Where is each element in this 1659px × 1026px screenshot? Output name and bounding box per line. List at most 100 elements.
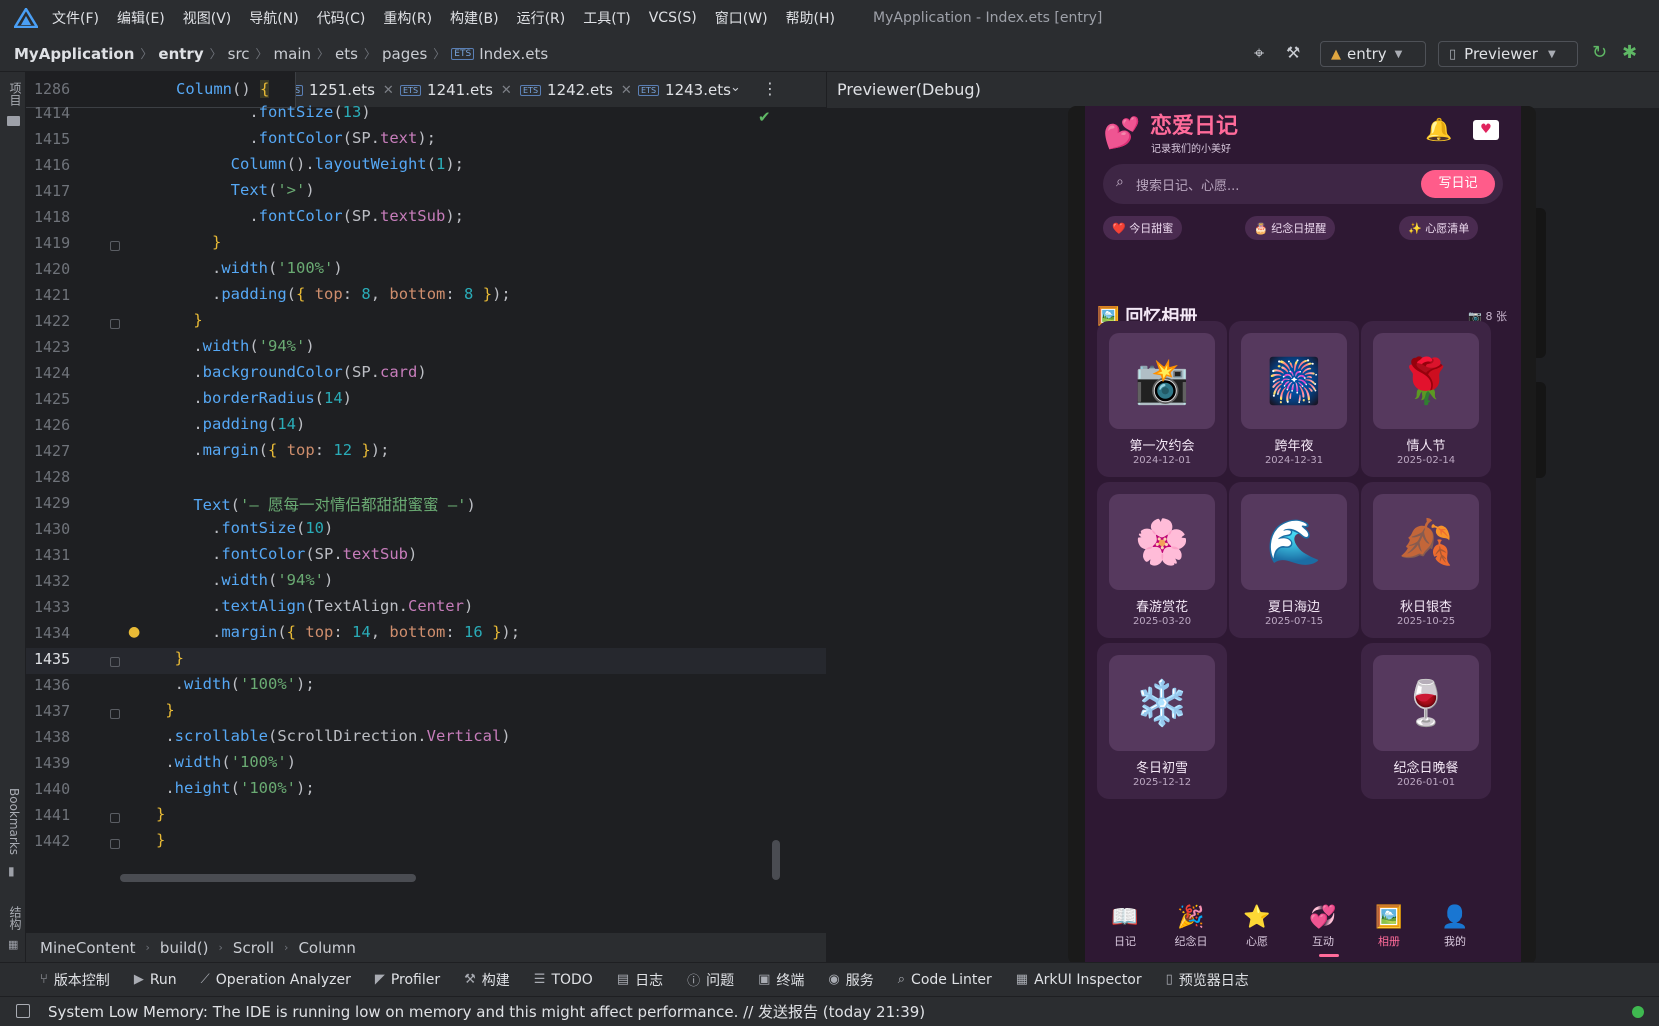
code-line[interactable]: } [156,311,202,329]
crumb-src[interactable]: src [228,45,250,63]
menu-run[interactable]: 运行(R) [517,8,566,28]
photo-card[interactable]: 🎆 跨年夜 2024-12-31 [1229,321,1359,477]
tw-operation-analyzer[interactable]: ⟋ Operation Analyzer [201,972,351,988]
menu-code[interactable]: 代码(C) [317,8,366,28]
tw-services[interactable]: ◉ 服务 [828,970,873,990]
tw-todo[interactable]: ☰ TODO [534,972,593,988]
write-diary-button[interactable]: 写日记 [1421,170,1495,198]
tw-version-control[interactable]: ⑂ 版本控制 [40,970,110,990]
code-line[interactable]: .fontColor(SP.textSub); [156,207,464,225]
code-line[interactable]: } [156,233,221,251]
photo-card[interactable]: 🌊 夏日海边 2025-07-15 [1229,482,1359,638]
crumb-item[interactable]: Scroll [233,939,274,957]
fold-marker-icon[interactable] [110,241,120,251]
code-line[interactable]: .fontSize(10) [156,519,333,537]
menu-edit[interactable]: 编辑(E) [117,8,165,28]
fold-marker-icon[interactable] [110,839,120,849]
tw-build[interactable]: ⚒ 构建 [464,970,510,990]
menu-file[interactable]: 文件(F) [52,8,99,28]
search-bar[interactable]: ⌕ 搜索日记、心愿... 写日记 [1103,164,1503,204]
code-line[interactable]: .padding({ top: 8, bottom: 8 }); [156,285,511,303]
menu-help[interactable]: 帮助(H) [786,8,835,28]
menu-navigate[interactable]: 导航(N) [249,8,298,28]
panel-toggle-icon[interactable] [16,1004,30,1018]
crumb-item[interactable]: build() [160,939,209,957]
tw-problems[interactable]: ⓘ 问题 [687,970,734,990]
tab-1243[interactable]: ETS 1243.ets [638,72,731,108]
photo-card[interactable]: 🍂 秋日银杏 2025-10-25 [1361,482,1491,638]
bottom-nav-item[interactable]: 🖼️ 相册 [1359,904,1419,949]
code-line[interactable]: Text('>') [156,181,315,199]
code-line[interactable]: } [156,649,184,667]
code-line[interactable]: .width('94%') [156,337,314,355]
tw-terminal[interactable]: ▣ 终端 [758,970,804,990]
bottom-nav-item[interactable]: ⭐ 心愿 [1227,904,1287,949]
target-icon[interactable]: ⌖ [1254,43,1264,64]
code-line[interactable]: } [156,701,174,719]
tw-code-linter[interactable]: ⌕ Code Linter [898,972,992,988]
horizontal-scrollbar[interactable] [120,874,416,882]
crumb-main[interactable]: main [274,45,311,63]
code-line[interactable]: .width('100%'); [156,675,315,693]
tw-log[interactable]: ▤ 日志 [617,970,663,990]
code-line[interactable]: .fontColor(SP.textSub) [156,545,417,563]
photo-card[interactable]: ❄️ 冬日初雪 2025-12-12 [1097,643,1227,799]
crumb-project[interactable]: MyApplication [14,45,134,63]
code-line[interactable]: .fontSize(13) [156,103,370,121]
crumb-item[interactable]: Column [298,939,355,957]
code-line[interactable]: .padding(14) [156,415,305,433]
crumb-pages[interactable]: pages [382,45,427,63]
code-line[interactable]: .borderRadius(14) [156,389,352,407]
close-icon[interactable]: ✕ [621,83,632,98]
tw-arkui-inspector[interactable]: ▦ ArkUI Inspector [1016,972,1142,988]
debug-icon[interactable]: ✱ [1622,42,1637,63]
menu-tools[interactable]: 工具(T) [583,8,630,28]
code-line[interactable]: Text('— 愿每一对情侣都甜甜蜜蜜 —') [156,493,476,515]
code-line[interactable]: .margin({ top: 14, bottom: 16 }); [156,623,520,641]
chip-wish-list[interactable]: ✨ 心愿清单 [1399,216,1479,240]
menu-refactor[interactable]: 重构(R) [383,8,432,28]
code-line[interactable]: .fontColor(SP.text); [156,129,436,147]
chip-today-sweet[interactable]: ❤️ 今日甜蜜 [1103,216,1183,240]
bell-icon[interactable]: 🔔 [1425,118,1452,143]
code-line[interactable]: .textAlign(TextAlign.Center) [156,597,473,615]
menu-window[interactable]: 窗口(W) [715,8,768,28]
photo-card[interactable]: 🌹 情人节 2025-02-14 [1361,321,1491,477]
bottom-nav-item[interactable]: 📖 日记 [1095,904,1155,949]
code-line[interactable]: .width('100%') [156,753,296,771]
code-line[interactable]: Column().layoutWeight(1); [156,155,464,173]
photo-card[interactable]: 🍷 纪念日晚餐 2026-01-01 [1361,643,1491,799]
project-tool-button[interactable]: 项目 [7,82,24,106]
fold-marker-icon[interactable] [110,709,120,719]
crumb-module[interactable]: entry [158,45,203,63]
code-line[interactable]: .backgroundColor(SP.card) [156,363,426,381]
bottom-nav-item[interactable]: 💞 互动 [1293,904,1353,949]
photo-card[interactable]: 🌸 春游赏花 2025-03-20 [1097,482,1227,638]
code-line[interactable]: .width('94%') [156,571,333,589]
tw-run[interactable]: ▶ Run [134,972,177,988]
status-message[interactable]: System Low Memory: The IDE is running lo… [48,1001,925,1022]
close-icon[interactable]: ✕ [501,83,512,98]
more-vertical-icon[interactable]: ⋮ [762,79,778,98]
tw-previewer-log[interactable]: ▯ 预览器日志 [1166,970,1249,990]
tab-1242[interactable]: ETS 1242.ets ✕ [520,72,632,108]
code-line[interactable]: .width('100%') [156,259,343,277]
menu-view[interactable]: 视图(V) [183,8,232,28]
close-icon[interactable]: ✕ [383,83,394,98]
search-input[interactable]: 搜索日记、心愿... [1136,175,1239,194]
code-line[interactable]: .height('100%'); [156,779,314,797]
bottom-nav-item[interactable]: 🎉 纪念日 [1161,904,1221,949]
bookmarks-tool-button[interactable]: Bookmarks [7,788,21,855]
code-line[interactable]: } [156,805,165,823]
heart-mail-icon[interactable]: ♥ [1473,120,1499,140]
hammer-icon[interactable]: ⚒ [1286,43,1300,62]
vertical-scrollbar[interactable] [772,840,780,880]
code-line[interactable]: .margin({ top: 12 }); [156,441,389,459]
crumb-item[interactable]: MineContent [40,939,136,957]
menu-vcs[interactable]: VCS(S) [649,10,697,26]
rerun-icon[interactable]: ↻ [1592,42,1607,63]
tw-profiler[interactable]: ◤ Profiler [375,972,440,988]
crumb-ets[interactable]: ets [335,45,358,63]
photo-card[interactable]: 📸 第一次约会 2024-12-01 [1097,321,1227,477]
lightbulb-icon[interactable]: ● [128,624,140,640]
